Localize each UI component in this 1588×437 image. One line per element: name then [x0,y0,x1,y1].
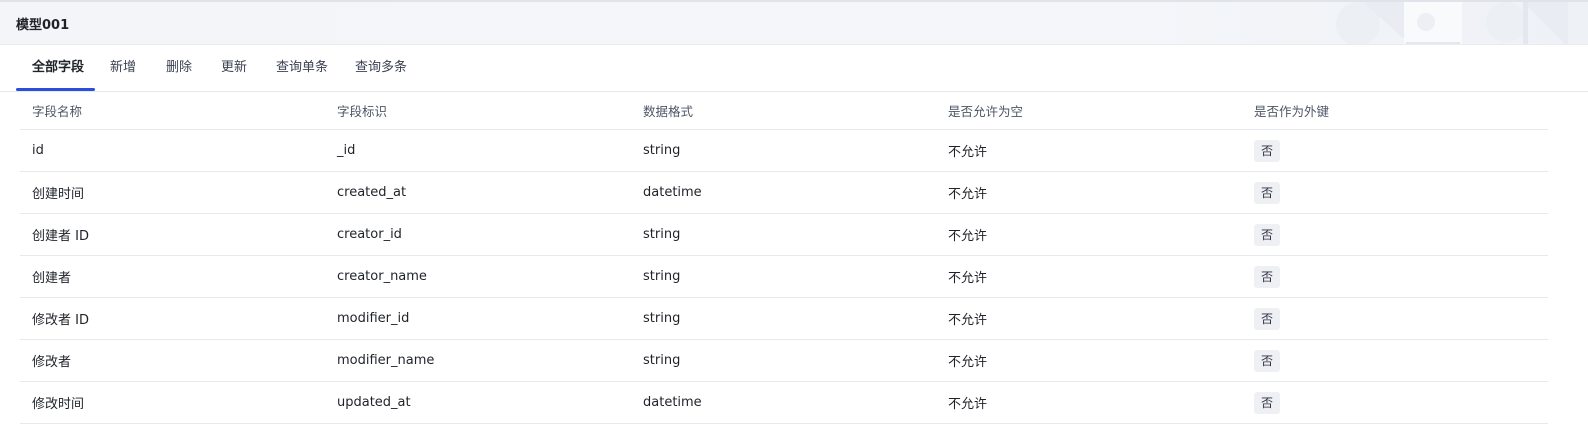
field-nullable: 不允许 [948,145,988,160]
tab-update[interactable]: 更新 [221,45,247,91]
field-name: 修改时间 [32,397,85,412]
fields-table: 字段名称 字段标识 数据格式 是否允许为空 是否作为外键 id _id stri… [20,92,1548,424]
field-key: modifier_id [337,311,410,326]
foreign-key-tag: 否 [1254,223,1280,246]
field-format: datetime [643,395,702,410]
field-nullable: 不允许 [948,229,988,244]
field-name: id [32,143,44,158]
foreign-key-tag: 否 [1254,307,1280,330]
table-header-row: 字段名称 字段标识 数据格式 是否允许为空 是否作为外键 [20,92,1548,130]
page-title: 模型001 [16,18,70,33]
field-format: string [643,353,681,368]
field-nullable: 不允许 [948,187,988,202]
foreign-key-tag: 否 [1254,139,1280,162]
field-nullable: 不允许 [948,397,988,412]
foreign-key-tag: 否 [1254,391,1280,414]
table-row: 修改者 modifier_name string 不允许 否 [20,340,1548,382]
table-row: 创建者 ID creator_id string 不允许 否 [20,214,1548,256]
field-format: string [643,143,681,158]
field-nullable: 不允许 [948,355,988,370]
table-row: 修改时间 updated_at datetime 不允许 否 [20,382,1548,424]
field-name: 修改者 ID [32,313,89,328]
table-row: 修改者 ID modifier_id string 不允许 否 [20,298,1548,340]
tab-bar: 全部字段 新增 删除 更新 查询单条 查询多条 [0,45,1588,92]
column-header-format: 数据格式 [643,104,694,119]
field-format: string [643,269,681,284]
field-key: created_at [337,185,407,200]
field-name: 创建时间 [32,187,85,202]
page: 模型001 全部字段 新增 删除 更新 查询单条 查询多条 字段名称 字段标识 … [0,0,1588,437]
field-name: 创建者 ID [32,229,89,244]
field-nullable: 不允许 [948,271,988,286]
field-key: creator_id [337,227,402,242]
field-key: modifier_name [337,353,435,368]
tab-create[interactable]: 新增 [110,45,136,91]
header-decoration [1336,2,1568,44]
field-nullable: 不允许 [948,313,988,328]
field-name: 修改者 [32,355,72,370]
foreign-key-tag: 否 [1254,265,1280,288]
tab-delete[interactable]: 删除 [166,45,192,91]
column-header-nullable: 是否允许为空 [948,104,1024,119]
foreign-key-tag: 否 [1254,349,1280,372]
foreign-key-tag: 否 [1254,181,1280,204]
page-header: 模型001 [0,0,1588,45]
field-key: _id [337,143,356,158]
table-row: 创建时间 created_at datetime 不允许 否 [20,172,1548,214]
field-format: string [643,311,681,326]
column-header-key: 字段标识 [337,104,388,119]
table-row: 创建者 creator_name string 不允许 否 [20,256,1548,298]
field-format: string [643,227,681,242]
field-format: datetime [643,185,702,200]
column-header-foreign-key: 是否作为外键 [1254,104,1330,119]
field-name: 创建者 [32,271,72,286]
tab-query-multiple[interactable]: 查询多条 [355,45,407,91]
field-key: updated_at [337,395,411,410]
active-tab-indicator [16,88,95,91]
tab-query-single[interactable]: 查询单条 [276,45,328,91]
tab-all-fields[interactable]: 全部字段 [32,45,84,91]
table-row: id _id string 不允许 否 [20,130,1548,172]
column-header-name: 字段名称 [32,104,83,119]
field-key: creator_name [337,269,427,284]
